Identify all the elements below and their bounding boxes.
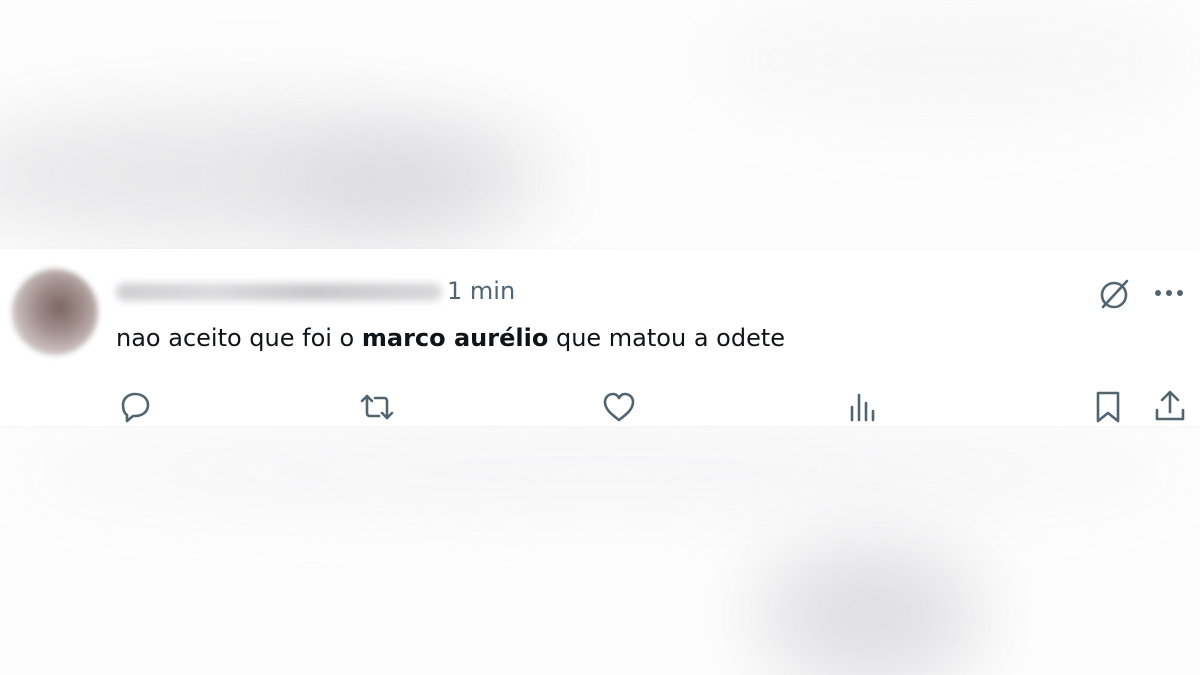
more-icon[interactable] bbox=[1152, 281, 1186, 305]
post-card[interactable]: 1 min nao aceito que foi o marco aurélio… bbox=[0, 249, 1200, 426]
blurred-background bbox=[760, 540, 980, 675]
share-icon[interactable] bbox=[1152, 388, 1188, 424]
heart-icon[interactable] bbox=[601, 389, 637, 425]
post-text-bold: marco aurélio bbox=[361, 324, 549, 352]
avatar[interactable] bbox=[12, 269, 98, 355]
post-text-part: nao aceito que foi o bbox=[116, 324, 362, 352]
post-text-part: que matou a odete bbox=[548, 324, 786, 352]
bookmark-icon[interactable] bbox=[1092, 389, 1124, 425]
views-icon[interactable] bbox=[846, 389, 882, 425]
reply-icon[interactable] bbox=[117, 389, 153, 425]
post-text: nao aceito que foi o marco aurélio que m… bbox=[116, 323, 785, 353]
retweet-icon[interactable] bbox=[358, 389, 396, 425]
blurred-username[interactable] bbox=[116, 283, 442, 301]
blurred-background bbox=[0, 440, 1200, 500]
screenshot-stage: 1 min nao aceito que foi o marco aurélio… bbox=[0, 0, 1200, 675]
blurred-background bbox=[280, 150, 500, 220]
blurred-background bbox=[700, 0, 1200, 120]
grok-icon[interactable] bbox=[1098, 277, 1132, 311]
post-timestamp[interactable]: 1 min bbox=[447, 277, 515, 305]
